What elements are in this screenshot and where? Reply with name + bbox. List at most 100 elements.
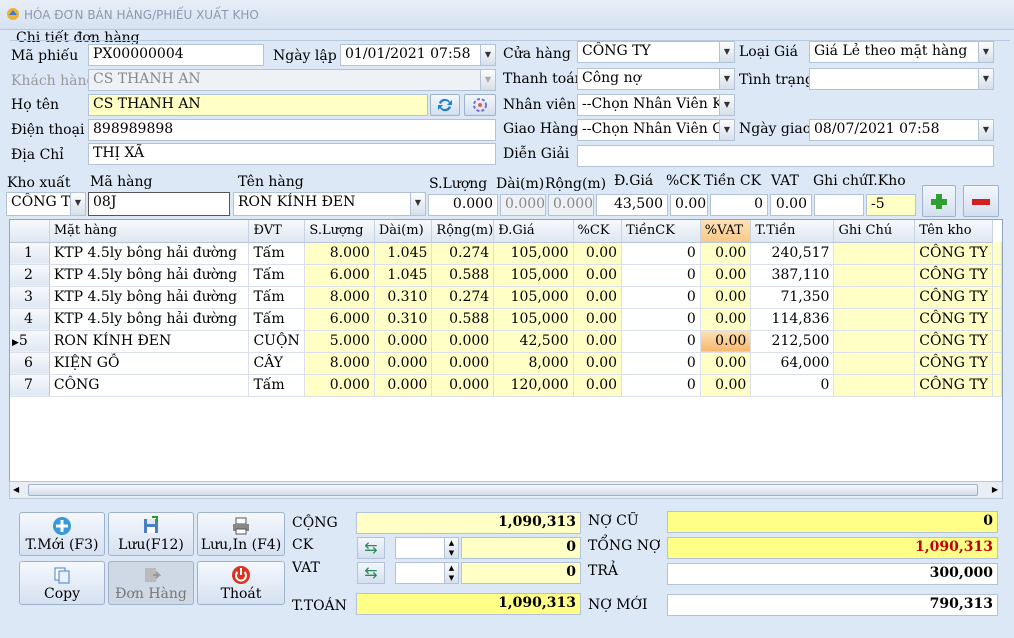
cell-tienck[interactable]: 0 bbox=[621, 286, 701, 309]
cell-rong[interactable]: 0.274 bbox=[431, 242, 495, 265]
cell-sl[interactable]: 0.000 bbox=[304, 374, 375, 397]
cell-tienck[interactable]: 0 bbox=[621, 330, 701, 353]
items-grid[interactable]: Mặt hàng ĐVT S.Lượng Dài(m) Rộng(m) Đ.Gi… bbox=[9, 219, 1003, 499]
spinner-arrows-icon[interactable]: ▲ ▼ bbox=[444, 538, 458, 558]
cell-mat-hang[interactable]: KIỆN GỖ bbox=[49, 352, 250, 375]
cell-sl[interactable]: 8.000 bbox=[304, 352, 375, 375]
cell-vat[interactable]: 0.00 bbox=[700, 308, 752, 331]
cell-tien[interactable]: 0 bbox=[750, 374, 835, 397]
cell-kho[interactable]: CÔNG TY bbox=[914, 264, 993, 287]
cell-vat[interactable]: 0.00 bbox=[700, 374, 752, 397]
cell-mat-hang[interactable]: CÔNG bbox=[49, 374, 250, 397]
table-row[interactable]: 4 KTP 4.5ly bông hải đường Tấm 6.000 0.310 0.… bbox=[10, 308, 1002, 331]
nhan-vien-select[interactable]: --Chọn Nhân Viên Kin ▼ bbox=[577, 94, 735, 116]
cell-vat[interactable]: 0.00 bbox=[700, 330, 752, 353]
cell-dai[interactable]: 0.310 bbox=[374, 286, 433, 309]
chevron-down-icon[interactable]: ▼ bbox=[719, 69, 734, 89]
table-row[interactable]: 7 CÔNG Tấm 0.000 0.000 0.000 120,000 0.00 0 0.00 0… bbox=[10, 374, 1002, 397]
copy-button[interactable]: Copy bbox=[19, 561, 105, 605]
cell-ck[interactable]: 0.00 bbox=[573, 374, 623, 397]
cell-dai[interactable]: 0.000 bbox=[374, 352, 433, 375]
cell-ghichu[interactable] bbox=[833, 286, 916, 309]
cell-vat[interactable]: 0.00 bbox=[700, 242, 752, 265]
kho-xuat-select[interactable]: CÔNG T ▼ bbox=[6, 192, 86, 216]
tien-ck-field[interactable]: 0 bbox=[710, 194, 768, 216]
cell-kho[interactable]: CÔNG TY bbox=[914, 242, 993, 265]
cell-dai[interactable]: 1.045 bbox=[374, 264, 433, 287]
cell-rong[interactable]: 0.000 bbox=[431, 330, 495, 353]
row-number[interactable]: 6 bbox=[10, 352, 50, 375]
customer-list-button[interactable] bbox=[464, 94, 496, 116]
save-print-button[interactable]: Lưu,In (F4) bbox=[197, 512, 285, 556]
ho-ten-field[interactable]: CS THANH AN bbox=[88, 94, 428, 116]
dia-chi-field[interactable]: THỊ XÃ bbox=[88, 143, 496, 165]
cell-gia[interactable]: 120,000 bbox=[493, 374, 574, 397]
chevron-down-icon[interactable]: ▼ bbox=[719, 42, 734, 62]
cell-mat-hang[interactable]: KTP 4.5ly bông hải đường bbox=[49, 242, 250, 265]
cell-ck[interactable]: 0.00 bbox=[573, 330, 623, 353]
chevron-down-icon[interactable]: ▼ bbox=[410, 193, 425, 215]
cell-sl[interactable]: 5.000 bbox=[304, 330, 375, 353]
cell-kho[interactable]: CÔNG TY bbox=[914, 352, 993, 375]
chevron-down-icon[interactable]: ▼ bbox=[70, 193, 85, 215]
cell-sl[interactable]: 8.000 bbox=[304, 286, 375, 309]
ma-hang-field[interactable]: 08J bbox=[88, 192, 230, 216]
refresh-button[interactable] bbox=[430, 94, 460, 116]
cell-mat-hang[interactable]: RON KÍNH ĐEN bbox=[49, 330, 250, 353]
ten-hang-select[interactable]: RON KÍNH ĐEN ▼ bbox=[233, 192, 426, 216]
cell-dai[interactable]: 0.000 bbox=[374, 330, 433, 353]
cell-rong[interactable]: 0.274 bbox=[431, 286, 495, 309]
chevron-down-icon[interactable]: ▼ bbox=[978, 42, 993, 62]
cell-dvt[interactable]: Tấm bbox=[248, 242, 306, 265]
cell-ghichu[interactable] bbox=[833, 242, 916, 265]
table-row[interactable]: 2 KTP 4.5ly bông hải đường Tấm 6.000 1.045 0.… bbox=[10, 264, 1002, 287]
new-button[interactable]: T.Mới (F3) bbox=[19, 512, 105, 556]
cell-tienck[interactable]: 0 bbox=[621, 264, 701, 287]
thanh-toan-select[interactable]: Công nợ ▼ bbox=[577, 68, 735, 90]
cell-rong[interactable]: 0.588 bbox=[431, 264, 495, 287]
cell-dvt[interactable]: Tấm bbox=[248, 308, 306, 331]
cell-dvt[interactable]: CÂY bbox=[248, 352, 306, 375]
cell-tien[interactable]: 212,500 bbox=[750, 330, 835, 353]
cell-gia[interactable]: 105,000 bbox=[493, 286, 574, 309]
ck-refresh-button[interactable]: ⇆ bbox=[357, 537, 385, 559]
cell-tienck[interactable]: 0 bbox=[621, 242, 701, 265]
cell-tien[interactable]: 71,350 bbox=[750, 286, 835, 309]
cell-ghichu[interactable] bbox=[833, 264, 916, 287]
cell-gia[interactable]: 8,000 bbox=[493, 352, 574, 375]
cell-rong[interactable]: 0.588 bbox=[431, 308, 495, 331]
ngay-giao-field[interactable]: 08/07/2021 07:58 ▼ bbox=[809, 119, 994, 141]
cell-ghichu[interactable] bbox=[833, 308, 916, 331]
col-ten-kho[interactable]: Tên kho bbox=[914, 220, 993, 243]
cell-dvt[interactable]: Tấm bbox=[248, 264, 306, 287]
tinh-trang-select[interactable]: ▼ bbox=[809, 68, 994, 90]
col-ck[interactable]: %CK bbox=[573, 220, 623, 243]
ck-percent-spinner[interactable]: ▲ ▼ bbox=[395, 537, 459, 559]
save-button[interactable]: Lưu(F12) bbox=[108, 512, 194, 556]
row-number[interactable]: 2 bbox=[10, 264, 50, 287]
chevron-down-icon[interactable]: ▼ bbox=[719, 120, 734, 140]
cell-sl[interactable]: 6.000 bbox=[304, 264, 375, 287]
cell-dvt[interactable]: Tấm bbox=[248, 286, 306, 309]
chevron-down-icon[interactable]: ▼ bbox=[978, 69, 993, 89]
col-so-luong[interactable]: S.Lượng bbox=[304, 220, 375, 243]
cell-sl[interactable]: 6.000 bbox=[304, 308, 375, 331]
row-number[interactable]: ▶5 bbox=[10, 330, 50, 353]
col-ghi-chu[interactable]: Ghi Chú bbox=[833, 220, 916, 243]
vat-refresh-button[interactable]: ⇆ bbox=[357, 562, 385, 584]
table-row[interactable]: 1 KTP 4.5ly bông hải đường Tấm 8.000 1.045 0.… bbox=[10, 242, 1002, 265]
cell-kho[interactable]: CÔNG TY bbox=[914, 330, 993, 353]
exit-button[interactable]: Thoát bbox=[197, 561, 285, 605]
col-mat-hang[interactable]: Mặt hàng bbox=[49, 220, 250, 243]
cell-mat-hang[interactable]: KTP 4.5ly bông hải đường bbox=[49, 264, 250, 287]
cell-tien[interactable]: 387,110 bbox=[750, 264, 835, 287]
row-number[interactable]: 3 bbox=[10, 286, 50, 309]
cell-gia[interactable]: 105,000 bbox=[493, 308, 574, 331]
col-thanh-tien[interactable]: T.Tiền bbox=[750, 220, 835, 243]
cell-ck[interactable]: 0.00 bbox=[573, 352, 623, 375]
ngay-lap-field[interactable]: 01/01/2021 07:58 ▼ bbox=[340, 44, 496, 66]
ma-phieu-field[interactable]: PX00000004 bbox=[88, 44, 264, 66]
table-row[interactable]: 6 KIỆN GỖ CÂY 8.000 0.000 0.000 8,000 0.00 0 0.00… bbox=[10, 352, 1002, 375]
cell-dai[interactable]: 0.310 bbox=[374, 308, 433, 331]
dien-thoai-field[interactable]: 898989898 bbox=[88, 119, 496, 141]
